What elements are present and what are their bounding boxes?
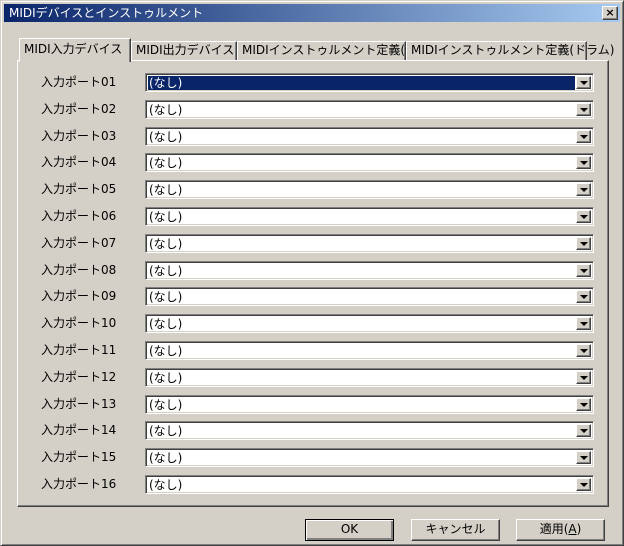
port-select-value: (なし) bbox=[149, 290, 183, 305]
tab-instrument-normal[interactable]: MIDIインストゥルメント定義(通常) bbox=[237, 41, 434, 60]
port-label: 入力ポート15 bbox=[41, 450, 117, 465]
dropdown-arrow-button[interactable] bbox=[576, 424, 591, 438]
port-select-value: (なし) bbox=[149, 183, 183, 198]
dropdown-arrow-button[interactable] bbox=[576, 344, 591, 357]
chevron-down-icon bbox=[580, 295, 588, 300]
ok-button[interactable]: OK bbox=[305, 519, 394, 541]
dropdown-arrow-button[interactable] bbox=[576, 236, 591, 250]
port-select[interactable]: (なし) bbox=[145, 233, 594, 253]
port-select-value: (なし) bbox=[148, 76, 575, 90]
tab-instrument-drum[interactable]: MIDIインストゥルメント定義(ドラム) bbox=[406, 41, 614, 60]
port-label: 入力ポート02 bbox=[41, 101, 117, 116]
dropdown-arrow-button[interactable] bbox=[576, 263, 591, 277]
chevron-down-icon bbox=[580, 215, 588, 219]
port-select[interactable]: (なし) bbox=[145, 475, 594, 494]
title-bar[interactable]: MIDIデバイスとインストゥルメント × bbox=[4, 4, 620, 22]
chevron-down-icon bbox=[580, 456, 588, 461]
dropdown-arrow-button[interactable] bbox=[576, 317, 591, 331]
dropdown-arrow-button[interactable] bbox=[576, 397, 591, 411]
port-label: 入力ポート07 bbox=[41, 235, 117, 250]
port-select-value: (なし) bbox=[149, 102, 183, 117]
port-select[interactable]: (なし) bbox=[145, 260, 594, 280]
port-select[interactable]: (なし) bbox=[145, 448, 594, 468]
chevron-down-icon bbox=[580, 402, 588, 407]
dropdown-arrow-button[interactable] bbox=[576, 478, 591, 491]
tab-midi-output[interactable]: MIDI出力デバイス bbox=[131, 41, 237, 60]
chevron-down-icon bbox=[580, 241, 588, 246]
port-select[interactable]: (なし) bbox=[145, 314, 594, 334]
dropdown-arrow-button[interactable] bbox=[576, 156, 591, 170]
port-select[interactable]: (なし) bbox=[145, 99, 594, 119]
port-select-value: (なし) bbox=[149, 344, 183, 358]
port-select-value: (なし) bbox=[149, 451, 183, 466]
port-label: 入力ポート10 bbox=[41, 316, 117, 331]
port-select[interactable]: (なし) bbox=[145, 367, 594, 387]
port-select-value: (なし) bbox=[149, 263, 183, 278]
port-select-value: (なし) bbox=[149, 478, 183, 492]
port-select[interactable]: (なし) bbox=[145, 126, 594, 146]
apply-accelerator: A bbox=[568, 522, 577, 536]
chevron-down-icon bbox=[580, 134, 588, 139]
port-select[interactable]: (なし) bbox=[145, 153, 594, 173]
port-select[interactable]: (なし) bbox=[145, 394, 594, 414]
port-select-value: (なし) bbox=[149, 317, 183, 332]
port-label: 入力ポート06 bbox=[41, 209, 117, 223]
port-select[interactable]: (なし) bbox=[145, 73, 594, 92]
port-label: 入力ポート12 bbox=[41, 369, 117, 384]
apply-label-suffix: ) bbox=[576, 522, 582, 536]
port-label: 入力ポート11 bbox=[41, 343, 117, 357]
dropdown-arrow-button[interactable] bbox=[576, 76, 591, 89]
port-label: 入力ポート08 bbox=[41, 262, 117, 277]
port-select[interactable]: (なし) bbox=[145, 207, 594, 226]
chevron-down-icon bbox=[580, 349, 588, 353]
apply-label-prefix: 適用( bbox=[539, 522, 569, 536]
port-select-value: (なし) bbox=[149, 156, 183, 171]
port-label: 入力ポート14 bbox=[41, 423, 117, 438]
port-select-value: (なし) bbox=[149, 424, 183, 439]
chevron-down-icon bbox=[580, 322, 588, 327]
close-button[interactable]: × bbox=[602, 6, 618, 20]
port-label: 入力ポート01 bbox=[41, 75, 117, 89]
chevron-down-icon bbox=[580, 429, 588, 434]
port-select-value: (なし) bbox=[149, 236, 183, 251]
port-select-value: (なし) bbox=[149, 129, 183, 144]
port-select[interactable]: (なし) bbox=[145, 287, 594, 307]
dropdown-arrow-button[interactable] bbox=[576, 451, 591, 465]
port-select[interactable]: (なし) bbox=[145, 341, 594, 360]
chevron-down-icon bbox=[580, 81, 588, 85]
dropdown-arrow-button[interactable] bbox=[576, 129, 591, 143]
cancel-button[interactable]: キャンセル bbox=[411, 519, 500, 541]
dropdown-arrow-button[interactable] bbox=[576, 370, 591, 384]
port-select[interactable]: (なし) bbox=[145, 180, 594, 200]
port-label: 入力ポート04 bbox=[41, 155, 117, 170]
dropdown-arrow-button[interactable] bbox=[576, 210, 591, 223]
chevron-down-icon bbox=[580, 107, 588, 112]
chevron-down-icon bbox=[580, 483, 588, 487]
port-label: 入力ポート13 bbox=[41, 396, 117, 411]
port-label: 入力ポート05 bbox=[41, 182, 117, 197]
port-select-value: (なし) bbox=[149, 210, 183, 224]
dropdown-arrow-button[interactable] bbox=[576, 183, 591, 197]
port-select-value: (なし) bbox=[149, 397, 183, 412]
chevron-down-icon bbox=[580, 161, 588, 166]
chevron-down-icon bbox=[580, 188, 588, 193]
chevron-down-icon bbox=[580, 375, 588, 380]
dialog-window: MIDIデバイスとインストゥルメント × MIDI入力デバイス MIDI出力デバ… bbox=[0, 0, 624, 546]
port-label: 入力ポート03 bbox=[41, 128, 117, 143]
apply-button[interactable]: 適用(A) bbox=[516, 519, 605, 541]
chevron-down-icon bbox=[580, 268, 588, 273]
dropdown-arrow-button[interactable] bbox=[576, 102, 591, 116]
port-select-value: (なし) bbox=[149, 370, 183, 385]
port-label: 入力ポート16 bbox=[41, 477, 117, 491]
tab-midi-input[interactable]: MIDI入力デバイス bbox=[19, 38, 131, 62]
port-label: 入力ポート09 bbox=[41, 289, 117, 304]
dropdown-arrow-button[interactable] bbox=[576, 290, 591, 304]
window-title: MIDIデバイスとインストゥルメント bbox=[9, 6, 204, 20]
port-select[interactable]: (なし) bbox=[145, 421, 594, 441]
